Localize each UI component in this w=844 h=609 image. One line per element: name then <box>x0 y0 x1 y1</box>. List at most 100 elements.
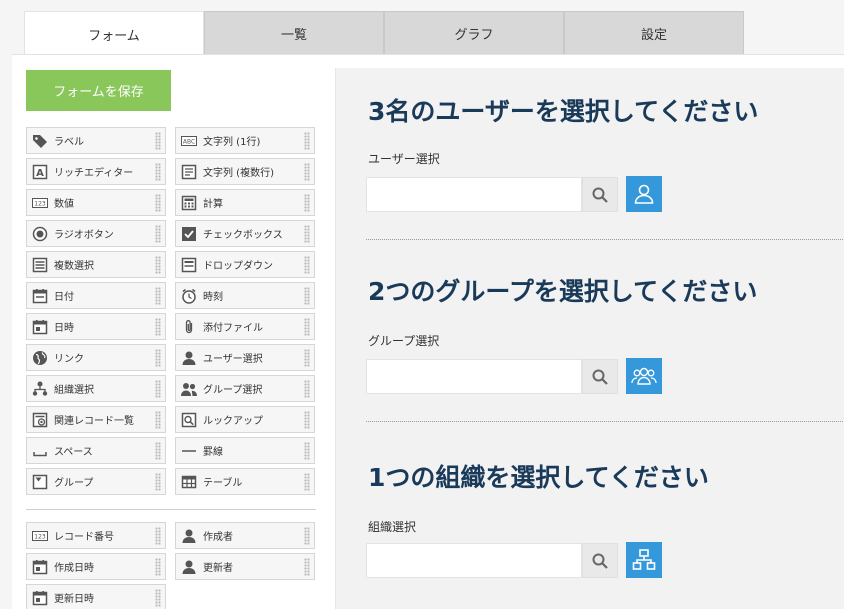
palette-item-space[interactable]: スペース <box>26 437 166 464</box>
group-search-button[interactable] <box>582 359 618 394</box>
drag-handle-icon[interactable] <box>155 411 161 429</box>
globe-icon <box>32 350 48 366</box>
palette-item-related-records-text: 関連レコード一覧 <box>54 416 134 427</box>
tab-form[interactable]: フォーム <box>24 11 204 56</box>
search-icon <box>592 369 608 385</box>
org-search-button[interactable] <box>582 543 618 578</box>
palette-item-attachment-text: 添付ファイル <box>203 323 263 334</box>
multiline-text-icon <box>181 164 197 180</box>
drag-handle-icon[interactable] <box>155 349 161 367</box>
palette-item-number[interactable]: 123 数値 <box>26 189 166 216</box>
drag-handle-icon[interactable] <box>304 163 310 181</box>
palette-item-created-by-text: 作成者 <box>203 532 233 543</box>
drag-handle-icon[interactable] <box>304 442 310 460</box>
palette-item-checkbox[interactable]: チェックボックス <box>175 220 315 247</box>
drag-handle-icon[interactable] <box>155 287 161 305</box>
user-select-input[interactable] <box>366 177 582 212</box>
tab-settings[interactable]: 設定 <box>564 11 744 55</box>
drag-handle-icon[interactable] <box>155 527 161 545</box>
drag-handle-icon[interactable] <box>155 473 161 491</box>
palette-item-calc[interactable]: 計算 <box>175 189 315 216</box>
group-icon <box>181 381 197 397</box>
palette-item-multi-line-text[interactable]: 文字列 (複数行) <box>175 158 315 185</box>
drag-handle-icon[interactable] <box>304 380 310 398</box>
group-select-label: グループ選択 <box>368 334 440 348</box>
palette-item-lookup-text: ルックアップ <box>203 416 263 427</box>
drag-handle-icon[interactable] <box>304 527 310 545</box>
drag-handle-icon[interactable] <box>304 558 310 576</box>
calculator-icon <box>181 195 197 211</box>
palette-item-group-text: グループ <box>54 478 94 489</box>
drag-handle-icon[interactable] <box>304 411 310 429</box>
org-chart-icon <box>632 549 656 570</box>
drag-handle-icon[interactable] <box>304 256 310 274</box>
tag-icon <box>32 133 48 149</box>
drag-handle-icon[interactable] <box>155 163 161 181</box>
palette-item-attachment[interactable]: 添付ファイル <box>175 313 315 340</box>
palette-item-created-by[interactable]: 作成者 <box>175 522 315 549</box>
palette-item-org-select-text: 組織選択 <box>54 385 94 396</box>
palette-item-user-select[interactable]: ユーザー選択 <box>175 344 315 371</box>
drag-handle-icon[interactable] <box>304 194 310 212</box>
palette-item-rich-editor[interactable]: A リッチエディター <box>26 158 166 185</box>
drag-handle-icon[interactable] <box>304 473 310 491</box>
palette-item-border[interactable]: 罫線 <box>175 437 315 464</box>
drag-handle-icon[interactable] <box>155 380 161 398</box>
org-select-label: 組織選択 <box>368 520 417 534</box>
drag-handle-icon[interactable] <box>155 225 161 243</box>
drag-handle-icon[interactable] <box>304 287 310 305</box>
org-select-input[interactable] <box>366 543 582 578</box>
palette-item-link[interactable]: リンク <box>26 344 166 371</box>
group-select-input[interactable] <box>366 359 582 394</box>
multi-select-icon <box>32 257 48 273</box>
palette-item-group[interactable]: グループ <box>26 468 166 495</box>
palette-item-checkbox-text: チェックボックス <box>203 230 283 241</box>
drag-handle-icon[interactable] <box>304 349 310 367</box>
drag-handle-icon[interactable] <box>155 256 161 274</box>
palette-item-radio[interactable]: ラジオボタン <box>26 220 166 247</box>
palette-item-updated-by[interactable]: 更新者 <box>175 553 315 580</box>
drag-handle-icon[interactable] <box>304 225 310 243</box>
org-picker-button[interactable] <box>626 542 662 578</box>
palette-item-org-select[interactable]: 組織選択 <box>26 375 166 402</box>
user-search-button[interactable] <box>582 177 618 212</box>
palette-item-table[interactable]: テーブル <box>175 468 315 495</box>
user-icon <box>181 559 197 575</box>
tab-graph[interactable]: グラフ <box>384 11 564 55</box>
drag-handle-icon[interactable] <box>155 318 161 336</box>
tab-list[interactable]: 一覧 <box>204 11 384 55</box>
palette-item-lookup[interactable]: ルックアップ <box>175 406 315 433</box>
horizontal-rule-icon <box>181 443 197 459</box>
drag-handle-icon[interactable] <box>304 318 310 336</box>
number-icon: 123 <box>32 195 48 211</box>
svg-text:ABC: ABC <box>183 138 195 145</box>
drag-handle-icon[interactable] <box>155 132 161 150</box>
palette-item-multi-select[interactable]: 複数選択 <box>26 251 166 278</box>
drag-handle-icon[interactable] <box>155 589 161 607</box>
palette-item-group-select[interactable]: グループ選択 <box>175 375 315 402</box>
palette-item-date[interactable]: 日付 <box>26 282 166 309</box>
drag-handle-icon[interactable] <box>304 132 310 150</box>
palette-item-record-number[interactable]: 123 レコード番号 <box>26 522 166 549</box>
group-picker-button[interactable] <box>626 358 662 394</box>
drag-handle-icon[interactable] <box>155 194 161 212</box>
palette-item-datetime[interactable]: 日時 <box>26 313 166 340</box>
palette-item-updated-datetime[interactable]: 更新日時 <box>26 584 166 609</box>
drag-handle-icon[interactable] <box>155 442 161 460</box>
palette-item-created-datetime[interactable]: 作成日時 <box>26 553 166 580</box>
palette-item-label[interactable]: ラベル <box>26 127 166 154</box>
palette-item-single-line-text[interactable]: ABC 文字列 (1行) <box>175 127 315 154</box>
palette-item-group-select-text: グループ選択 <box>203 385 263 396</box>
palette-item-related-records[interactable]: 関連レコード一覧 <box>26 406 166 433</box>
calendar-icon <box>32 559 48 575</box>
drag-handle-icon[interactable] <box>155 558 161 576</box>
group-field-icon <box>32 474 48 490</box>
palette-item-dropdown[interactable]: ドロップダウン <box>175 251 315 278</box>
user-picker-button[interactable] <box>626 176 662 212</box>
palette-item-border-text: 罫線 <box>203 447 223 458</box>
save-form-button[interactable]: フォームを保存 <box>26 70 171 111</box>
palette-item-time[interactable]: 時刻 <box>175 282 315 309</box>
palette-item-single-line-text-text: 文字列 (1行) <box>203 137 261 148</box>
palette-item-table-text: テーブル <box>203 478 243 489</box>
table-icon <box>181 474 197 490</box>
